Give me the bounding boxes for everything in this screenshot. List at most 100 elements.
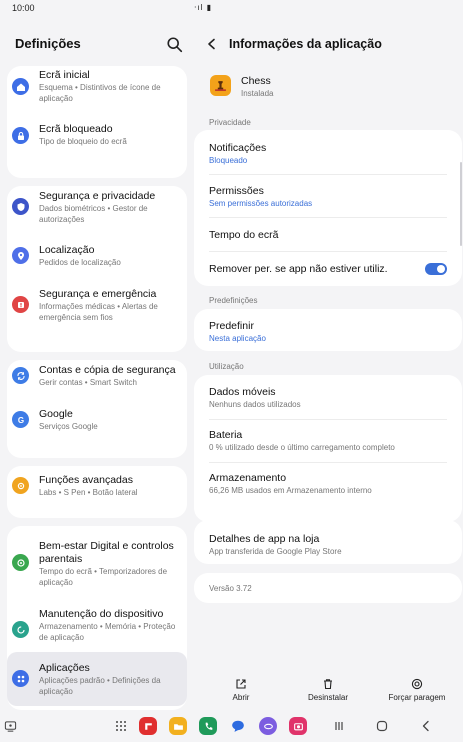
internet-app-icon[interactable] [259,717,277,735]
phone-app-icon[interactable] [199,717,217,735]
item-subtitle: Informações médicas • Alertas de emergên… [39,302,158,322]
section-privacy: Privacidade [209,118,251,127]
row-subtitle: Nenhuns dados utilizados [209,400,301,409]
item-title: Ecrã inicial [39,69,90,81]
settings-title: Definições [15,36,81,51]
recent-apps-icon[interactable] [333,720,345,732]
row-subtitle: 66,26 MB usados em Armazenamento interno [209,486,372,495]
mobile-data-row[interactable]: Dados móveis Nenhuns dados utilizados [194,375,462,419]
app-icon [210,75,231,96]
row-title: Remover per. se app não estiver utiliz. [209,263,388,275]
item-subtitle: Tipo de bloqueio do ecrã [39,137,127,146]
row-title: Bateria [209,429,243,441]
back-arrow-icon[interactable] [206,38,218,50]
app-drawer-icon[interactable] [115,720,127,732]
row-subtitle: Sem permissões autorizadas [209,199,313,208]
item-title: Funções avançadas [39,474,133,486]
location-pin-icon [12,247,29,264]
svg-text:G: G [17,416,23,425]
settings-item-lock-screen[interactable]: Ecrã bloqueado Tipo de bloqueio do ecrã [7,122,187,152]
taskbar [0,710,463,742]
notifications-row[interactable]: Notificações Bloqueado [194,130,462,174]
settings-item-apps[interactable]: Aplicações Aplicações padrão • Definiçõe… [7,660,187,700]
status-time: 10:00 [12,3,35,13]
item-title: Ecrã bloqueado [39,123,113,135]
settings-item-home-screen[interactable]: Ecrã inicial Esquema • Distintivos de íc… [7,68,187,108]
shield-icon [12,198,29,215]
app-version: Versão 3.72 [209,584,252,593]
uninstall-button[interactable]: Desinstalar [304,678,352,702]
storage-row[interactable]: Armazenamento 66,26 MB usados em Armazen… [194,462,462,522]
settings-list-panel: Definições Ecrã inicial Esquema • Distin… [0,16,194,710]
permissions-row[interactable]: Permissões Sem permissões autorizadas [194,174,462,217]
row-title: Detalhes de app na loja [209,533,320,545]
force-stop-button[interactable]: Forçar paragem [386,678,448,702]
files-app-icon[interactable] [169,717,187,735]
scrollbar[interactable] [460,162,462,246]
item-subtitle: Esquema • Distintivos de ícone de aplica… [39,83,161,103]
settings-item-safety-emergency[interactable]: Segurança e emergência Informações médic… [7,286,187,326]
open-label: Abrir [232,693,250,702]
row-subtitle: Nesta aplicação [209,334,266,343]
settings-item-advanced-features[interactable]: Funções avançadas Labs • S Pen • Botão l… [7,472,187,502]
settings-item-location[interactable]: Localização Pedidos de localização [7,242,187,272]
usage-card: Dados móveis Nenhuns dados utilizados Ba… [194,375,462,522]
app-actions-bar: Abrir Desinstalar Forçar paragem [194,678,463,710]
settings-item-accounts-backup[interactable]: Contas e cópia de segurança Gerir contas… [7,362,187,392]
row-title: Dados móveis [209,386,276,398]
app-name: Chess [241,75,271,87]
settings-item-device-care[interactable]: Manutenção do dispositivo Armazenamento … [7,606,187,646]
app-info-panel: Informações da aplicação Chess Instalada… [194,16,463,710]
lock-icon [12,127,29,144]
messages-app-icon[interactable] [229,717,247,735]
set-default-row[interactable]: Predefinir Nesta aplicação [194,309,462,351]
section-usage: Utilização [209,362,244,371]
screen-time-row[interactable]: Tempo do ecrã [194,217,462,251]
settings-item-google[interactable]: G Google Serviços Google [7,406,187,436]
advanced-features-icon [12,477,29,494]
section-defaults: Predefinições [209,296,258,305]
item-subtitle: Serviços Google [39,422,98,431]
sync-icon [12,367,29,384]
item-title: Bem-estar Digital e controlos parentais [39,540,174,565]
item-title: Localização [39,244,95,256]
privacy-card: Notificações Bloqueado Permissões Sem pe… [194,130,462,286]
remove-permissions-row[interactable]: Remover per. se app não estiver utiliz. [194,251,462,286]
camera-app-icon[interactable] [289,717,307,735]
emergency-icon [12,296,29,313]
item-title: Google [39,408,73,420]
battery-row[interactable]: Bateria 0 % utilizado desde o último car… [194,419,462,462]
item-subtitle: Gerir contas • Smart Switch [39,378,137,387]
settings-item-security[interactable]: Segurança e privacidade Dados biométrico… [7,188,187,228]
settings-item-digital-wellbeing[interactable]: Bem-estar Digital e controlos parentais … [7,538,187,588]
store-card: Detalhes de app na loja App transferida … [194,520,462,564]
defaults-card: Predefinir Nesta aplicação [194,309,462,351]
item-title: Segurança e emergência [39,288,157,300]
back-button-icon[interactable] [420,720,432,732]
force-stop-label: Forçar paragem [388,693,446,702]
item-title: Contas e cópia de segurança [39,364,176,376]
item-subtitle: Labs • S Pen • Botão lateral [39,488,138,497]
version-card: Versão 3.72 [194,573,462,603]
search-icon[interactable] [166,36,184,54]
flipboard-app-icon[interactable] [139,717,157,735]
device-care-icon [12,621,29,638]
item-subtitle: Armazenamento • Memória • Proteção de ap… [39,622,176,642]
store-details-row[interactable]: Detalhes de app na loja App transferida … [194,520,462,564]
open-button[interactable]: Abrir [224,678,258,702]
row-title: Predefinir [209,320,254,332]
remove-permissions-toggle[interactable] [425,263,447,275]
item-title: Aplicações [39,662,90,674]
app-status: Instalada [241,89,274,98]
row-title: Armazenamento [209,472,287,484]
row-title: Permissões [209,185,264,197]
item-title: Segurança e privacidade [39,190,156,202]
home-button-icon[interactable] [376,720,388,732]
item-subtitle: Tempo do ecrã • Temporizadores de aplica… [39,567,168,587]
uninstall-label: Desinstalar [307,693,348,702]
screen-capture-icon[interactable] [4,720,17,733]
chess-piece-icon [215,81,226,92]
item-title: Manutenção do dispositivo [39,608,164,620]
row-title: Notificações [209,142,267,154]
row-subtitle: Bloqueado [209,156,248,165]
